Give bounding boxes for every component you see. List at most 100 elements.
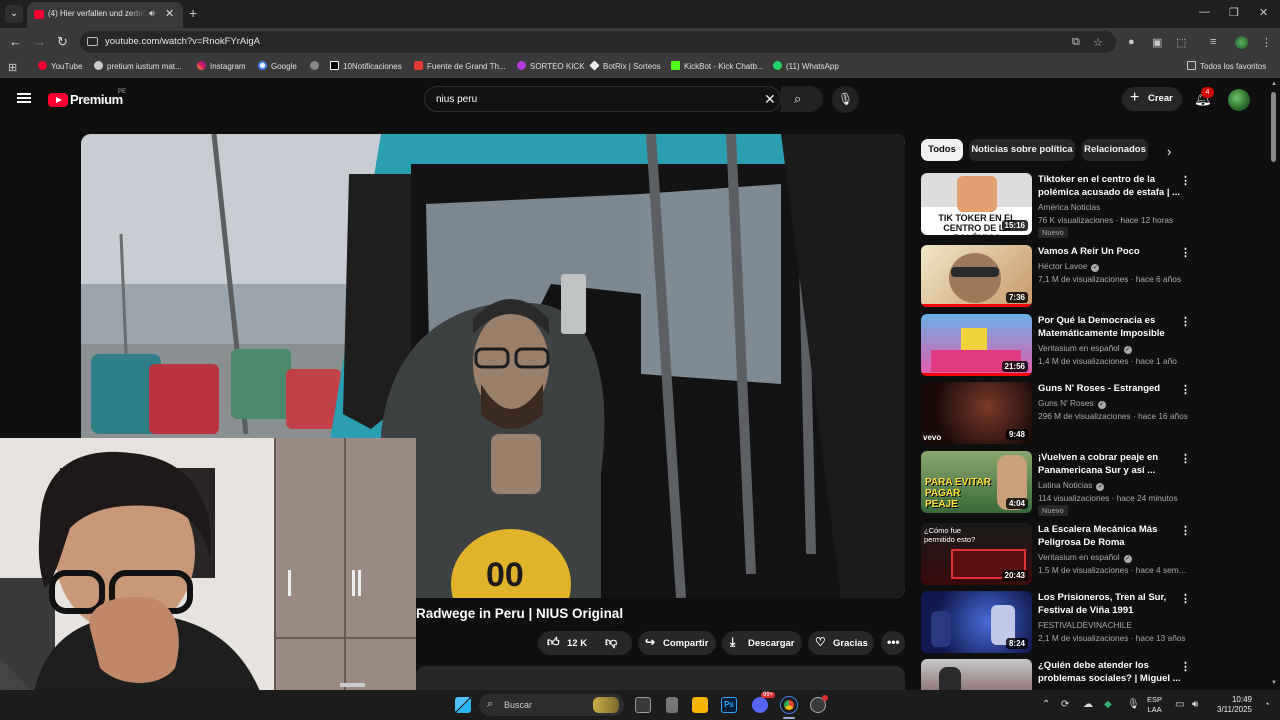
more-vertical-icon[interactable]: ⋮ — [1180, 175, 1191, 187]
recommended-video[interactable]: 7:36 Vamos A Reír Un Poco Héctor Lavoe ✓ … — [921, 245, 1193, 309]
bookmark-whatsapp[interactable]: (11) WhatsApp — [773, 61, 839, 73]
channel-name[interactable]: Latina Noticias ✓ — [1038, 480, 1105, 491]
search-box[interactable]: nius peru ✕ — [424, 86, 781, 112]
bookmark-kickbot[interactable]: KickBot - Kick Chatb... — [671, 61, 764, 73]
page-scrollbar[interactable]: ▲ ▼ — [1268, 78, 1280, 690]
apps-grid-icon[interactable]: ⊞ — [8, 61, 17, 74]
speaker-icon[interactable]: 🔊︎ — [149, 8, 155, 19]
video-title[interactable]: Vamos A Reír Un Poco — [1038, 245, 1190, 258]
more-vertical-icon[interactable]: ⋮ — [1180, 453, 1191, 465]
video-title[interactable]: Guns N' Roses - Estranged — [1038, 382, 1190, 395]
video-thumbnail[interactable]: 21:56 — [921, 314, 1032, 376]
bookmark-pretium[interactable]: pretium iustum mat... — [94, 61, 182, 73]
back-icon[interactable]: ← — [9, 34, 22, 49]
video-thumbnail[interactable]: TIK TOKER EN EL CENTRO DE LA POLÉMICA 15… — [921, 173, 1032, 235]
more-vertical-icon[interactable]: ⋮ — [1180, 384, 1191, 396]
chevron-right-icon[interactable]: › — [1167, 144, 1171, 159]
network-icon[interactable]: ▭ — [1175, 699, 1184, 710]
extensions-puzzle-icon[interactable]: ⬚ — [1176, 36, 1186, 49]
download-button[interactable]: ⤓ Descargar — [722, 631, 802, 655]
bookmark-fuente-gta[interactable]: Fuente de Grand Th... — [414, 61, 506, 73]
browser-menu-icon[interactable]: ⋮ — [1261, 36, 1272, 49]
recommended-video[interactable]: PARA EVITAR PAGAR PEAJE 4:04 ¡Vuelven a … — [921, 451, 1193, 516]
channel-name[interactable]: América Noticias — [1038, 202, 1100, 212]
windows-start-icon[interactable] — [455, 697, 471, 713]
site-info-icon[interactable] — [87, 37, 98, 46]
more-vertical-icon[interactable]: ⋮ — [1180, 316, 1191, 328]
recommended-video[interactable]: vevo 9:48 Guns N' Roses - Estranged Guns… — [921, 382, 1193, 446]
video-thumbnail[interactable]: vevo 9:48 — [921, 382, 1032, 444]
channel-name[interactable]: Héctor Lavoe ✓ — [1038, 261, 1100, 272]
show-hidden-icons-icon[interactable]: ⌃ — [1042, 699, 1050, 710]
security-icon[interactable]: ◆ — [1104, 699, 1112, 710]
chip-todos[interactable]: Todos — [921, 139, 963, 161]
microphone-icon[interactable]: 🎙︎ — [1127, 699, 1140, 710]
more-vertical-icon[interactable]: ⋮ — [1180, 593, 1191, 605]
browser-tab[interactable]: (4) Hier verfallen und zerbröseln 🔊︎ ✕ — [27, 2, 183, 28]
app-icon[interactable] — [666, 697, 678, 713]
close-window-icon[interactable]: ✕ — [1259, 6, 1268, 19]
video-title[interactable]: ¡Vuelven a cobrar peaje en Panamericana … — [1038, 451, 1190, 477]
extension-icon[interactable]: ▣ — [1152, 36, 1162, 49]
forward-icon[interactable]: → — [33, 34, 46, 49]
more-actions-button[interactable]: ••• — [881, 631, 905, 655]
all-bookmarks-folder[interactable]: Todos los favoritos — [1187, 61, 1266, 73]
search-input[interactable]: nius peru — [436, 94, 477, 105]
task-view-icon[interactable] — [635, 697, 651, 713]
video-thumbnail[interactable]: ¿Cómo fue permitido esto? 20:43 — [921, 523, 1032, 585]
volume-icon[interactable]: 🔊︎ — [1192, 699, 1198, 710]
guide-menu-icon[interactable] — [17, 93, 31, 103]
video-thumbnail[interactable] — [921, 659, 1032, 690]
video-thumbnail[interactable]: PARA EVITAR PAGAR PEAJE 4:04 — [921, 451, 1032, 513]
video-title[interactable]: ¿Quién debe atender los problemas social… — [1038, 659, 1190, 685]
chip-relacionados[interactable]: Relacionados — [1082, 139, 1148, 161]
input-language[interactable]: ESP LAA — [1147, 695, 1162, 715]
clear-search-icon[interactable]: ✕ — [764, 91, 776, 108]
more-vertical-icon[interactable]: ⋮ — [1180, 525, 1191, 537]
chip-noticias-politica[interactable]: Noticias sobre política — [969, 139, 1075, 161]
profile-avatar-icon[interactable] — [1235, 36, 1248, 49]
video-title[interactable]: La Escalera Mecánica Más Peligrosa De Ro… — [1038, 523, 1190, 549]
extension-icon[interactable]: ● — [1128, 36, 1135, 48]
recommended-video[interactable]: TIK TOKER EN EL CENTRO DE LA POLÉMICA 15… — [921, 173, 1193, 238]
bookmark-google[interactable]: Google — [258, 61, 297, 73]
thumbs-down-icon[interactable]: 👎︎ — [605, 635, 617, 650]
video-title[interactable]: Tiktoker en el centro de la polémica acu… — [1038, 173, 1190, 199]
channel-name[interactable]: FESTIVALDEVINACHILE — [1038, 620, 1132, 630]
voice-search-icon[interactable]: 🎙︎ — [832, 86, 859, 113]
share-button[interactable]: ↪ Compartir — [638, 631, 716, 655]
account-avatar[interactable] — [1228, 89, 1250, 111]
file-explorer-icon[interactable] — [692, 697, 708, 713]
scroll-up-icon[interactable]: ▲ — [1271, 81, 1277, 87]
system-clock[interactable]: 10:49 3/11/2025 — [1212, 695, 1252, 715]
like-count[interactable]: 12 K — [567, 638, 587, 649]
scrollbar-thumb[interactable] — [1271, 92, 1276, 162]
chrome-icon[interactable] — [781, 697, 797, 713]
photoshop-icon[interactable]: Ps — [721, 697, 737, 713]
search-button[interactable]: ⌕ — [781, 86, 823, 112]
video-title[interactable]: Por Qué la Democracia es Matemáticamente… — [1038, 314, 1190, 340]
channel-name[interactable]: Guns N' Roses ✓ — [1038, 398, 1106, 409]
channel-name[interactable]: Veritasium en español ✓ — [1038, 552, 1132, 563]
recommended-video[interactable]: ¿Cómo fue permitido esto? 20:43 La Escal… — [921, 523, 1193, 587]
bookmark-10notificaciones[interactable]: 10Notificaciones — [330, 61, 402, 73]
recommended-video[interactable]: ¿Quién debe atender los problemas social… — [921, 659, 1193, 690]
youtube-logo-icon[interactable] — [48, 93, 68, 107]
restore-icon[interactable]: ❐ — [1229, 6, 1239, 19]
scroll-down-icon[interactable]: ▼ — [1271, 680, 1277, 686]
reading-list-icon[interactable]: ≡ — [1210, 36, 1216, 48]
channel-name[interactable]: Veritasium en español ✓ — [1038, 343, 1132, 354]
bookmark-sorteo-kick[interactable]: SORTEO KICK — [517, 61, 585, 73]
more-vertical-icon[interactable]: ⋮ — [1180, 661, 1191, 673]
cast-icon[interactable]: ⧉ — [1072, 36, 1080, 49]
new-tab-button[interactable]: + — [189, 5, 197, 21]
video-thumbnail[interactable]: 7:36 — [921, 245, 1032, 307]
recommended-video[interactable]: 21:56 Por Qué la Democracia es Matemátic… — [921, 314, 1193, 378]
create-button[interactable]: + Crear — [1122, 87, 1182, 111]
bookmark-instagram[interactable]: Instagram — [197, 61, 246, 73]
thumbs-up-icon[interactable]: 👍︎ — [547, 635, 560, 650]
more-vertical-icon[interactable]: ⋮ — [1180, 247, 1191, 259]
sync-icon[interactable]: ⟳ — [1061, 699, 1069, 710]
thanks-button[interactable]: ♡ Gracias — [808, 631, 874, 655]
recommended-video[interactable]: 8:24 Los Prisioneros, Tren al Sur, Festi… — [921, 591, 1193, 655]
